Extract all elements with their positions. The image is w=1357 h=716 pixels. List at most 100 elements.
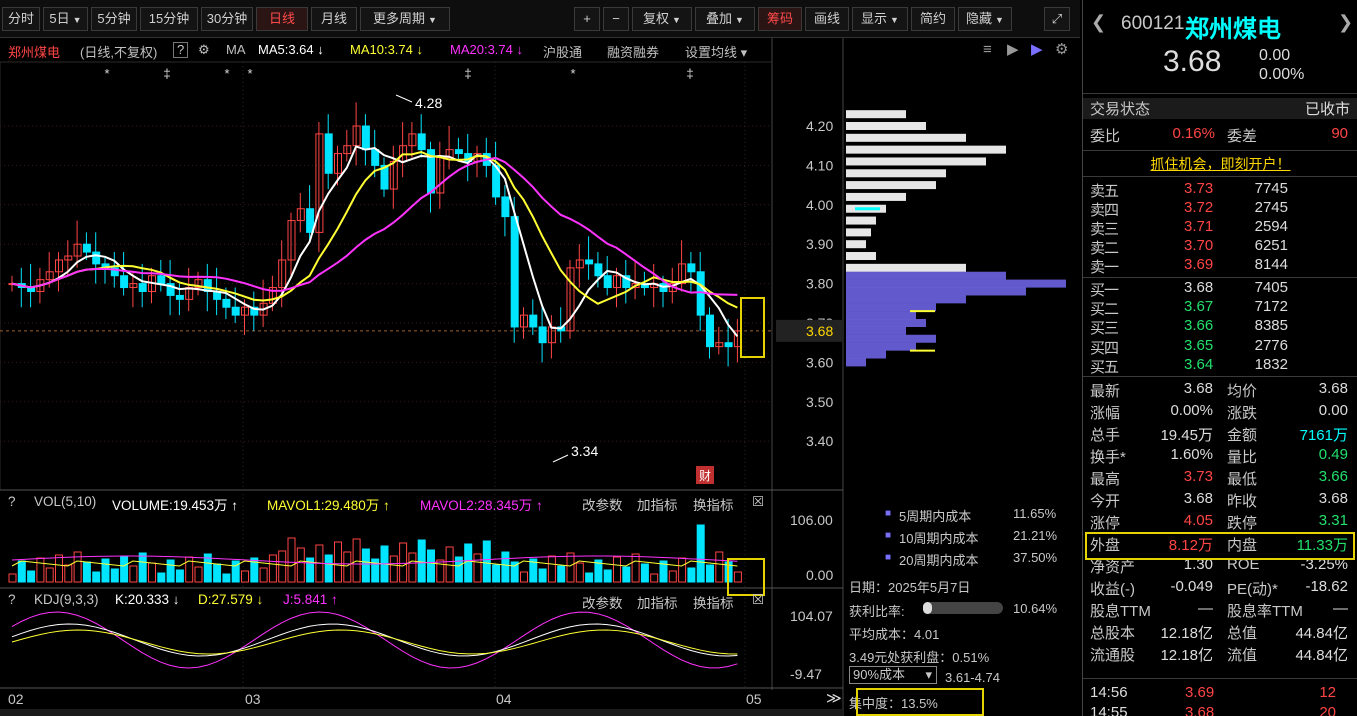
open-account-ad[interactable]: 抓住机会，即刻开户！ xyxy=(1083,154,1357,174)
candle-body xyxy=(650,283,659,289)
candle-body xyxy=(361,125,370,151)
gear-icon[interactable]: ⚙ xyxy=(198,42,210,58)
volume-bar xyxy=(501,551,510,583)
vol-close-icon[interactable]: ☒ xyxy=(752,494,764,510)
tick2-price: 3.68 xyxy=(1185,706,1215,716)
tool-btn-0[interactable]: + xyxy=(574,7,600,31)
candle-body xyxy=(668,283,677,292)
margin-link[interactable]: 融资融券 xyxy=(607,42,659,61)
volume-bar xyxy=(436,559,445,583)
ask-volume: 2594 xyxy=(1254,218,1288,235)
stat-value-2: 0.00 xyxy=(1318,402,1348,419)
tool-btn-1[interactable]: − xyxy=(603,7,629,31)
volume-bar xyxy=(650,573,659,583)
candle-body xyxy=(110,267,119,277)
price-tick: 3.70 xyxy=(806,315,833,331)
candle-body xyxy=(613,275,621,289)
period-tab-4[interactable]: 30分钟 xyxy=(201,7,253,31)
cost-select[interactable]: 90%成本 ▾ xyxy=(849,666,937,684)
status-value: 已收市 xyxy=(1304,101,1350,118)
ma10-value: MA10:3.74 ↓ xyxy=(350,42,423,57)
kdj-add-indicator[interactable]: 加指标 xyxy=(637,592,678,612)
volume-bar xyxy=(73,551,82,583)
period-tab-1[interactable]: 5日 ▼ xyxy=(43,7,88,31)
vol-edit-params[interactable]: 改参数 xyxy=(582,494,623,514)
vol-title: VOL(5,10) xyxy=(34,494,97,509)
volume-bar xyxy=(613,556,621,583)
period-tab-label: 30分钟 xyxy=(206,11,248,26)
candle-body xyxy=(389,160,398,190)
period-tab-3[interactable]: 15分钟 xyxy=(140,7,198,31)
tool-btn-7[interactable]: 简约 xyxy=(911,7,955,31)
bid-row: 买一 3.68 7405 xyxy=(1083,279,1357,300)
tool-btn-label: + xyxy=(583,11,591,26)
mavol2-line xyxy=(11,555,738,565)
volume-bar xyxy=(92,571,101,583)
tool-btn-3[interactable]: 叠加 ▼ xyxy=(695,7,755,31)
cai-badge xyxy=(696,466,714,484)
hk-connect-link[interactable]: 沪股通 xyxy=(543,42,582,61)
prev-stock-icon[interactable]: ❮ xyxy=(1091,12,1106,33)
candle-body xyxy=(36,279,45,292)
ask-label: 卖三 xyxy=(1090,221,1119,238)
kdj-help-icon[interactable]: ? xyxy=(8,592,16,607)
period-tab-2[interactable]: 5分钟 xyxy=(91,7,137,31)
month-label: 02 xyxy=(8,691,24,707)
chip-bar xyxy=(846,169,946,178)
candle-body xyxy=(259,302,268,316)
ask-row: 卖一 3.69 8144 xyxy=(1083,256,1357,277)
candle-body xyxy=(640,283,649,289)
volume-bar xyxy=(306,557,315,583)
stat-label: 今开 xyxy=(1090,493,1121,510)
stat-value-2: 7161万 xyxy=(1299,427,1348,444)
tool-btn-4[interactable]: 筹码 xyxy=(758,7,802,31)
tick-vol: 12 xyxy=(1319,684,1336,701)
vol-switch-indicator[interactable]: 换指标 xyxy=(693,494,734,514)
tool-btn-5[interactable]: 画线 xyxy=(805,7,849,31)
fullscreen-icon[interactable]: ⤢ xyxy=(1044,7,1070,31)
next-stock-icon[interactable]: ❯ xyxy=(1338,12,1353,33)
help-icon[interactable]: ? xyxy=(173,42,189,58)
ma5-line xyxy=(11,145,739,338)
volume-bar xyxy=(27,570,36,583)
tool-btn-label: 显示 xyxy=(861,11,888,26)
chip-bar xyxy=(846,319,926,327)
period-tab-7[interactable]: 更多周期 ▼ xyxy=(360,7,450,31)
volume-bar xyxy=(408,552,417,583)
candle-body xyxy=(594,263,603,277)
vol-axis-bot: 0.00 xyxy=(806,567,833,583)
candle-body xyxy=(557,326,566,332)
kdj-d: D:27.579 ↓ xyxy=(198,592,264,607)
volume-bar xyxy=(231,560,240,583)
ask-label: 卖一 xyxy=(1090,259,1119,276)
vol-add-indicator[interactable]: 加指标 xyxy=(637,494,678,514)
period-tab-6[interactable]: 月线 xyxy=(311,7,357,31)
tool-btn-6[interactable]: 显示 ▼ xyxy=(852,7,908,31)
period-tab-0[interactable]: 分时 xyxy=(2,7,40,31)
volume-bar xyxy=(259,567,268,583)
volume-bar xyxy=(622,566,631,583)
ma-settings[interactable]: 设置均线 ▾ xyxy=(685,42,747,61)
chevron-down-icon: ▾ xyxy=(925,667,932,682)
stock-name[interactable]: 郑州煤电 xyxy=(8,42,60,61)
tool-btn-2[interactable]: 复权 ▼ xyxy=(632,7,692,31)
kdj-edit-params[interactable]: 改参数 xyxy=(582,592,623,612)
kdj-switch-indicator[interactable]: 换指标 xyxy=(693,592,734,612)
stat-row: 最新 3.68 均价 3.68 xyxy=(1083,380,1357,401)
tool-btn-label: 画线 xyxy=(813,11,840,26)
chip-bar xyxy=(846,326,906,335)
stat-label-2: 昨收 xyxy=(1227,493,1258,510)
stat-value-2: 3.31 xyxy=(1318,512,1348,529)
vol-help-icon[interactable]: ? xyxy=(8,494,16,509)
period-tab-5[interactable]: 日线 xyxy=(256,7,308,31)
stat-value-2: -18.62 xyxy=(1305,578,1348,595)
volume-bar xyxy=(213,563,222,583)
ma20-line xyxy=(11,156,738,296)
kdj-close-icon[interactable]: ☒ xyxy=(752,592,764,608)
chip-tool-icon: ≡ xyxy=(983,41,992,58)
tool-btn-8[interactable]: 隐藏 ▼ xyxy=(958,7,1012,31)
highlight-box-concentration xyxy=(856,688,984,716)
event-marker: ‡ xyxy=(686,66,693,81)
candle-body xyxy=(120,275,129,289)
event-marker: * xyxy=(247,66,252,81)
